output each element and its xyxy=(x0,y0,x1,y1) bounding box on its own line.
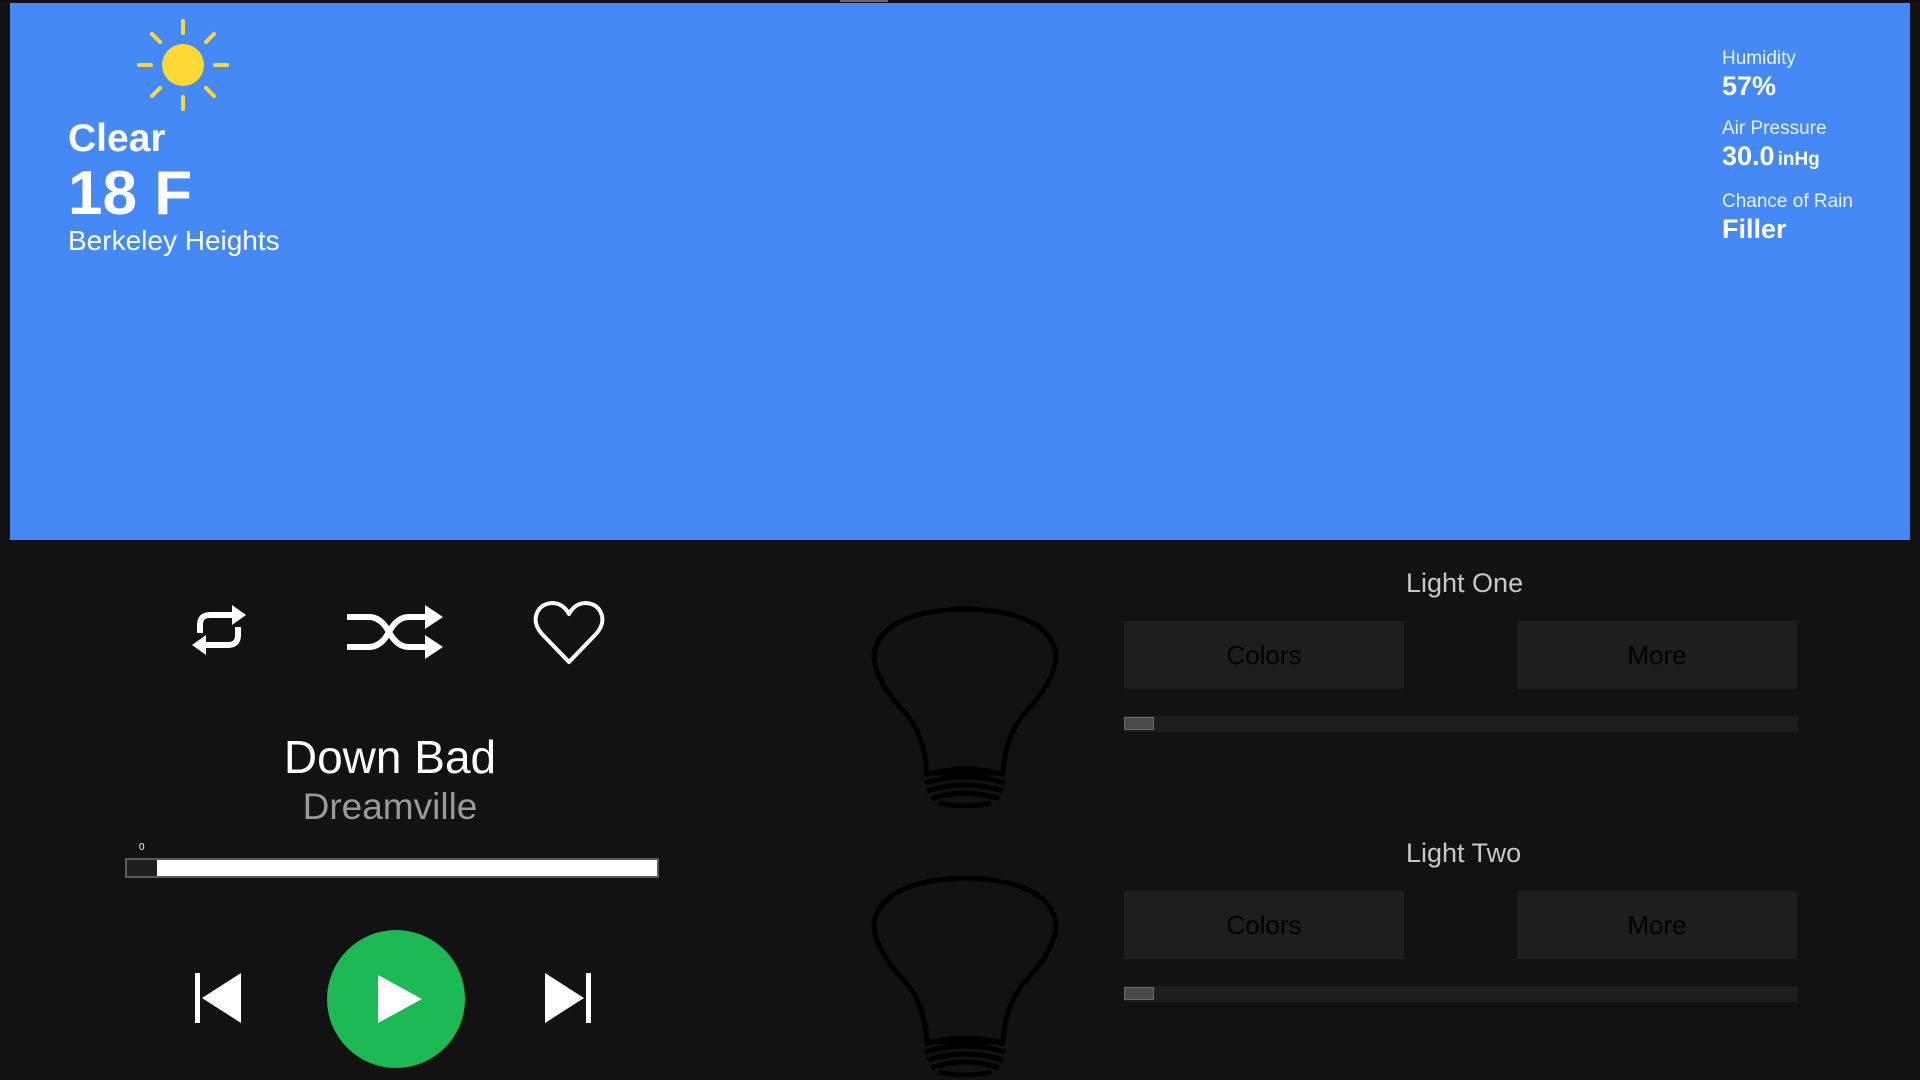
light-one-slider-thumb[interactable] xyxy=(1124,717,1154,730)
music-player: Down Bad Dreamville 0 xyxy=(0,540,800,1080)
skip-previous-icon[interactable] xyxy=(193,970,243,1026)
play-button[interactable] xyxy=(327,930,465,1068)
air-pressure-unit: inHg xyxy=(1777,149,1820,170)
humidity-value: 57% xyxy=(1722,71,1902,102)
song-title: Down Bad xyxy=(283,731,497,783)
light-one-more-button[interactable]: More xyxy=(1517,621,1797,689)
heart-icon[interactable] xyxy=(533,600,605,666)
light-one-brightness-slider[interactable] xyxy=(1124,716,1798,732)
light-one-bulb-icon[interactable] xyxy=(865,603,1065,808)
light-one-colors-button[interactable]: Colors xyxy=(1124,621,1404,689)
song-artist: Dreamville xyxy=(302,786,478,827)
light-two-slider-thumb[interactable] xyxy=(1124,987,1154,1000)
skip-next-icon[interactable] xyxy=(543,970,593,1026)
air-pressure-value: 30.0 inHg xyxy=(1722,141,1902,175)
repeat-icon[interactable] xyxy=(186,603,252,657)
humidity-stat: Humidity 57% xyxy=(1722,47,1902,102)
humidity-label: Humidity xyxy=(1722,48,1796,69)
light-two-brightness-slider[interactable] xyxy=(1124,986,1798,1002)
weather-stats: Humidity 57% Air Pressure 30.0 inHg Chanc… xyxy=(1722,47,1902,260)
humidity-number: 57% xyxy=(1722,71,1777,101)
air-pressure-label: Air Pressure xyxy=(1722,118,1827,139)
light-two-colors-button[interactable]: Colors xyxy=(1124,891,1404,959)
light-two-more-button[interactable]: More xyxy=(1517,891,1797,959)
sun-icon xyxy=(137,19,229,111)
weather-panel: Clear 18 F Berkeley Heights Humidity 57%… xyxy=(10,3,1910,540)
dashboard: Clear 18 F Berkeley Heights Humidity 57%… xyxy=(0,0,1920,1080)
location: Berkeley Heights xyxy=(68,225,280,256)
chance-of-rain-label: Chance of Rain xyxy=(1722,191,1853,212)
light-two-bulb-icon[interactable] xyxy=(865,872,1065,1077)
air-pressure-number: 30.0 xyxy=(1722,141,1775,171)
chance-of-rain-value: Filler xyxy=(1722,214,1902,245)
song-progress-slider[interactable] xyxy=(125,858,659,878)
chance-of-rain-stat: Chance of Rain Filler xyxy=(1722,190,1902,245)
light-two-title: Light Two xyxy=(1406,838,1522,868)
temperature: 18 F xyxy=(68,159,193,228)
weather-condition: Clear xyxy=(68,117,166,160)
progress-value: 0 xyxy=(139,842,145,853)
light-one-title: Light One xyxy=(1406,568,1524,598)
air-pressure-stat: Air Pressure 30.0 inHg xyxy=(1722,117,1902,175)
shuffle-icon[interactable] xyxy=(345,603,445,661)
progress-slider-thumb[interactable] xyxy=(127,860,157,876)
play-icon xyxy=(378,975,422,1023)
chance-of-rain-number: Filler xyxy=(1722,214,1787,244)
top-notch xyxy=(840,0,888,2)
